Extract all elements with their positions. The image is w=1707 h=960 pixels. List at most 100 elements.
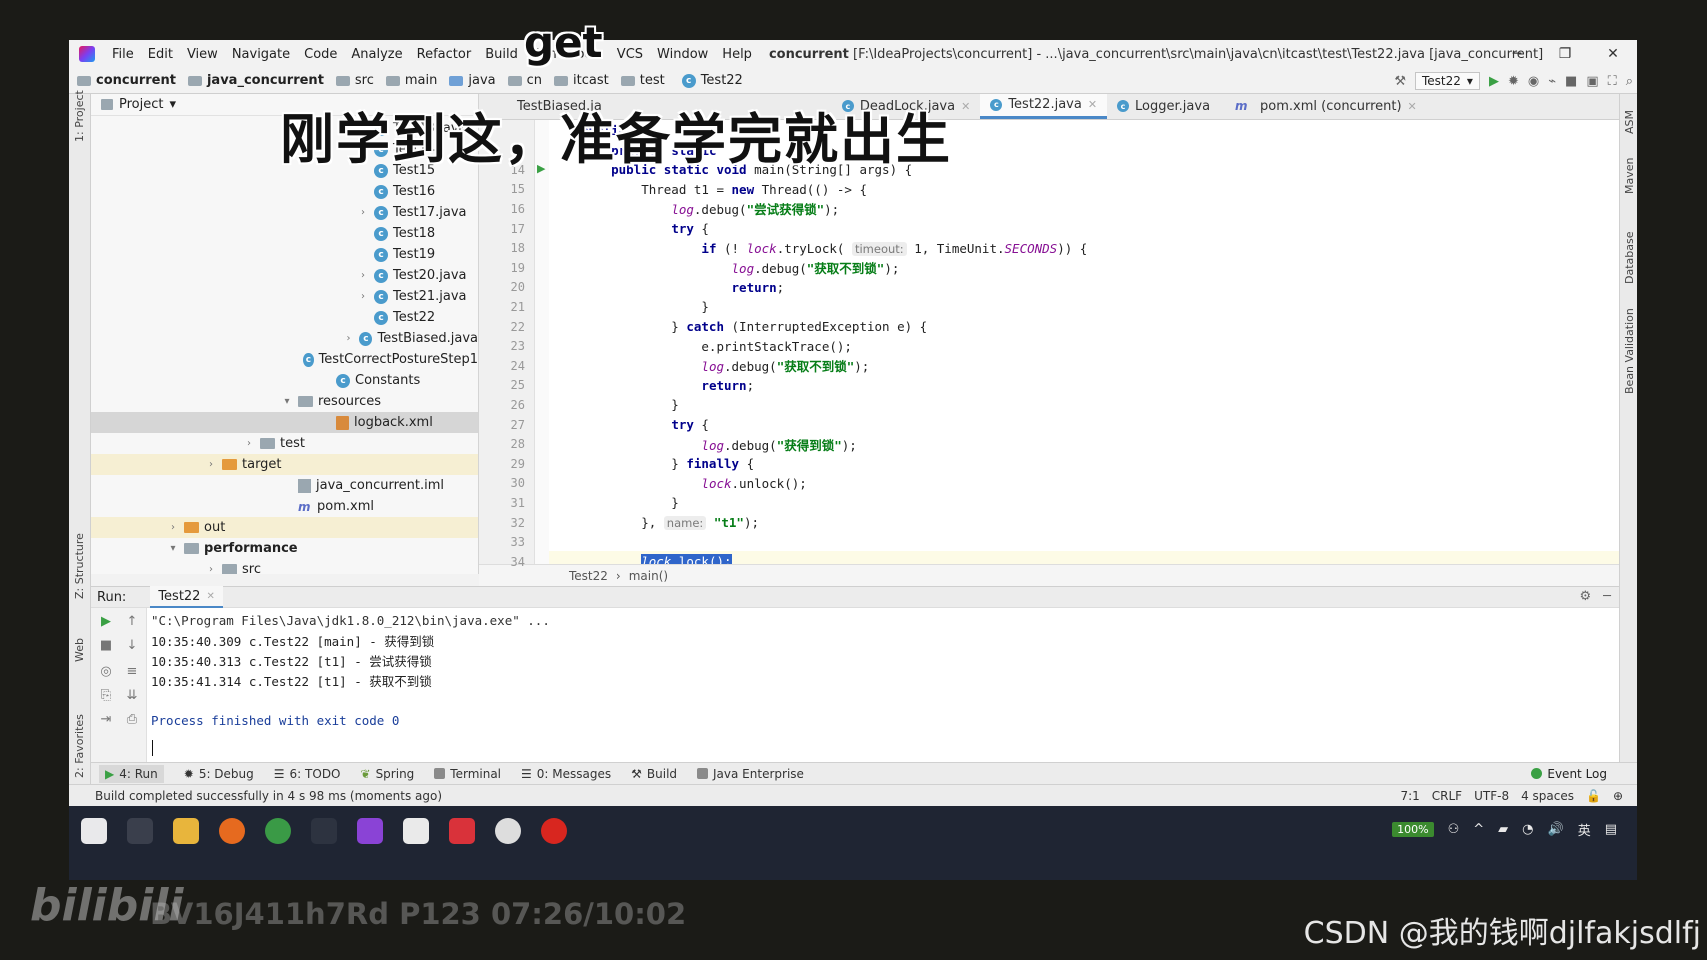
camera-icon[interactable]: ◎	[97, 664, 115, 682]
nav-crumb-src[interactable]: src	[328, 73, 378, 88]
toolwindow-run[interactable]: ▶ 4: Run	[99, 764, 164, 783]
code-line[interactable]: lock.lock();	[549, 551, 1619, 564]
tree-item[interactable]: › c Test21.java	[91, 286, 478, 307]
profile-icon[interactable]: ⌁	[1548, 74, 1556, 89]
chevron-up-icon[interactable]: ^	[1473, 822, 1484, 837]
nav-crumb-test[interactable]: test	[613, 73, 669, 88]
status-indent[interactable]: 4 spaces	[1521, 789, 1574, 803]
chevron-right-icon[interactable]: ›	[357, 207, 369, 218]
ime-indicator[interactable]: 英	[1578, 820, 1591, 839]
status-line-separator[interactable]: CRLF	[1432, 789, 1462, 803]
nav-crumb-java-concurrent[interactable]: java_concurrent	[180, 73, 328, 88]
stop-icon[interactable]: ■	[1565, 74, 1577, 89]
notification-center-icon[interactable]: ▤	[1605, 822, 1617, 837]
code-line[interactable]: Thread t1 = new Thread(() -> {	[549, 179, 1619, 200]
menu-edit[interactable]: Edit	[141, 47, 180, 62]
chevron-right-icon[interactable]: ›	[357, 270, 369, 281]
tree-item[interactable]: › target	[91, 454, 478, 475]
nav-crumb-java[interactable]: java	[441, 73, 499, 88]
code-line[interactable]: e.printStackTrace();	[549, 336, 1619, 357]
code-line[interactable]: lock.unlock();	[549, 473, 1619, 494]
tree-item[interactable]: › out	[91, 517, 478, 538]
menu-help[interactable]: Help	[715, 47, 759, 62]
code-line[interactable]: } finally {	[549, 453, 1619, 474]
nav-crumb-main[interactable]: main	[378, 73, 441, 88]
code-line[interactable]: }, name: "t1");	[549, 512, 1619, 533]
chevron-down-icon[interactable]: ▾	[167, 543, 179, 554]
minimize-icon[interactable]: ─	[1493, 40, 1541, 68]
stripe-database[interactable]: Database	[1623, 232, 1636, 285]
tree-item[interactable]: c Test16	[91, 181, 478, 202]
tab-pom[interactable]: m pom.xml (concurrent) ✕	[1220, 94, 1427, 119]
toolwindow-debug[interactable]: ✹ 5: Debug	[184, 767, 254, 781]
close-icon[interactable]: ✕	[961, 100, 970, 113]
tree-item[interactable]: c TestCorrectPostureStep1	[91, 349, 478, 370]
close-icon[interactable]: ✕	[206, 591, 214, 602]
tree-item[interactable]: ▾ resources	[91, 391, 478, 412]
chevron-right-icon[interactable]: ›	[205, 564, 217, 574]
toolwindow-build[interactable]: ⚒ Build	[631, 767, 677, 781]
windows-start-icon[interactable]	[81, 818, 107, 844]
code-line[interactable]: }	[549, 492, 1619, 513]
code-line[interactable]: return;	[549, 375, 1619, 396]
menu-refactor[interactable]: Refactor	[410, 47, 479, 62]
coverage-icon[interactable]: ◉	[1528, 74, 1539, 89]
intellij-app-icon[interactable]	[357, 818, 383, 844]
event-log-button[interactable]: Event Log	[1531, 767, 1607, 781]
tree-item[interactable]: java_concurrent.iml	[91, 475, 478, 496]
nav-crumb-itcast[interactable]: itcast	[546, 73, 613, 88]
chevron-right-icon[interactable]: ›	[243, 438, 255, 449]
firefox-icon[interactable]	[219, 818, 245, 844]
stripe-structure[interactable]: Z: Structure	[73, 533, 86, 599]
toolwindow-terminal[interactable]: Terminal	[434, 767, 501, 781]
volume-icon[interactable]: 🔊	[1548, 822, 1564, 837]
nav-crumb-cn[interactable]: cn	[500, 73, 546, 88]
code-line[interactable]: }	[549, 296, 1619, 317]
status-encoding[interactable]: UTF-8	[1474, 789, 1509, 803]
stripe-project[interactable]: 1: Project	[73, 90, 86, 142]
menu-file[interactable]: File	[105, 47, 141, 62]
stripe-web[interactable]: Web	[73, 638, 86, 662]
code-line[interactable]	[549, 532, 1619, 553]
close-icon[interactable]: ✕	[1589, 40, 1637, 68]
build-hammer-icon[interactable]: ⚒	[1394, 74, 1406, 89]
restore-layout-icon[interactable]: ⎘	[97, 688, 115, 706]
hide-panel-icon[interactable]: ─	[1603, 589, 1611, 604]
tree-item[interactable]: c Constants	[91, 370, 478, 391]
tree-item[interactable]: c Test22	[91, 307, 478, 328]
up-arrow-icon[interactable]: ↑	[123, 614, 141, 632]
tree-item[interactable]: c Test18	[91, 223, 478, 244]
menu-analyze[interactable]: Analyze	[344, 47, 409, 62]
rerun-icon[interactable]: ▶	[97, 614, 115, 632]
chevron-right-icon[interactable]: ›	[167, 522, 179, 533]
layout-icon[interactable]: ⛶	[1608, 74, 1617, 89]
search-icon[interactable]: ⌕	[1626, 74, 1633, 89]
code-line[interactable]: log.debug("获取不到锁");	[549, 257, 1619, 278]
status-message[interactable]: Build completed successfully in 4 s 98 m…	[95, 789, 442, 803]
chevron-right-icon[interactable]: ›	[205, 459, 217, 470]
toolwindow-java-enterprise[interactable]: Java Enterprise	[697, 767, 804, 781]
run-config-select[interactable]: Test22 ▾	[1415, 72, 1480, 90]
stripe-asm[interactable]: ASM	[1623, 110, 1636, 134]
toolwindow-todo[interactable]: ☰ 6: TODO	[274, 767, 341, 781]
tree-item[interactable]: › c TestBiased.java	[91, 328, 478, 349]
restore-icon[interactable]: ❐	[1541, 40, 1589, 68]
task-view-icon[interactable]	[127, 818, 153, 844]
notifications-icon[interactable]: ⊕	[1613, 789, 1623, 803]
nav-crumb-test22[interactable]: c Test22	[669, 73, 747, 88]
menu-vcs[interactable]: VCS	[610, 47, 650, 62]
tree-item[interactable]: logback.xml	[91, 412, 478, 433]
close-icon[interactable]: ✕	[1408, 100, 1417, 113]
print-icon[interactable]: ⎙	[123, 712, 141, 730]
menu-view[interactable]: View	[180, 47, 225, 62]
menu-window[interactable]: Window	[650, 47, 715, 62]
toolwindow-messages[interactable]: ☰ 0: Messages	[521, 767, 611, 781]
tab-logger[interactable]: c Logger.java	[1107, 94, 1220, 119]
battery-indicator[interactable]: 100%	[1392, 822, 1434, 837]
menu-code[interactable]: Code	[297, 47, 344, 62]
chevron-down-icon[interactable]: ▾	[281, 396, 293, 407]
code-line[interactable]: return;	[549, 277, 1619, 298]
code-line[interactable]: log.debug("获取不到锁");	[549, 355, 1619, 376]
breadcrumb-method[interactable]: main()	[629, 569, 668, 583]
chevron-right-icon[interactable]: ›	[357, 291, 369, 302]
